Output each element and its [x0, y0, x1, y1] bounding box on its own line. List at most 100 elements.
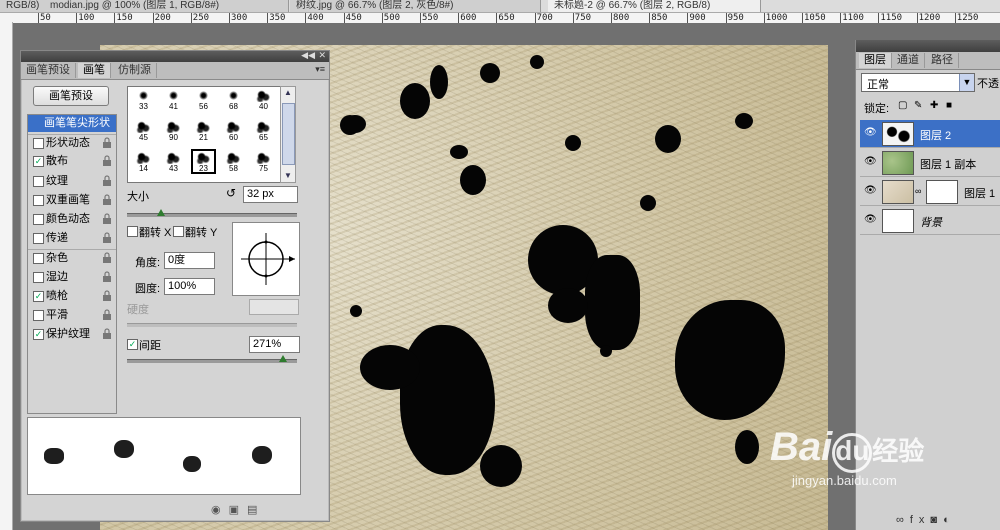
brush-presets-button[interactable]: 画笔预设 — [33, 86, 109, 106]
size-slider-thumb[interactable] — [157, 209, 165, 216]
brush-tip[interactable]: 56 — [192, 88, 215, 111]
brush-option-item[interactable]: 纹理 — [28, 173, 116, 190]
lock-image-icon[interactable]: ✎ — [914, 100, 922, 111]
lock-icon[interactable] — [102, 194, 112, 205]
lock-all-icon[interactable]: ■ — [946, 100, 952, 111]
panel-titlebar[interactable]: ◀◀ ✕ — [21, 50, 329, 62]
brush-option-checkbox[interactable]: ✓ — [33, 329, 44, 341]
brush-tip[interactable]: 60 — [222, 119, 245, 142]
document-tab[interactable]: modian.jpg @ 100% (图层 1, RGB/8#) — [44, 0, 289, 12]
delete-brush-icon[interactable]: ▤ — [247, 504, 265, 516]
chain-icon[interactable]: ∞ — [915, 186, 921, 196]
tab-clone-source[interactable]: 仿制源 — [113, 63, 157, 78]
layer-mask-thumbnail[interactable] — [926, 180, 958, 204]
brush-tip[interactable]: 90 — [162, 119, 185, 142]
mask-icon[interactable]: ◙ — [930, 514, 943, 526]
eye-icon[interactable]: 👁 — [864, 215, 877, 225]
reset-size-icon[interactable]: ↺ — [226, 186, 236, 200]
scroll-down-icon[interactable]: ▼ — [282, 171, 294, 181]
brush-option-checkbox[interactable] — [33, 271, 44, 283]
brush-option-checkbox[interactable]: ✓ — [33, 156, 44, 168]
brush-option-item[interactable]: ✓ 保护纹理 — [28, 326, 116, 343]
brush-option-item[interactable]: 传递 — [28, 230, 116, 247]
lock-position-icon[interactable]: ✚ — [930, 100, 938, 111]
roundness-input[interactable]: 100% — [164, 278, 215, 295]
tab-channels[interactable]: 通道 — [892, 53, 925, 68]
brush-option-checkbox[interactable] — [33, 233, 44, 245]
brush-option-item[interactable]: 湿边 — [28, 269, 116, 286]
spacing-input[interactable]: 271% — [249, 336, 300, 353]
blend-mode-select[interactable]: 正常 ▼ — [861, 73, 975, 92]
eye-icon[interactable]: 👁 — [864, 157, 877, 167]
lock-icon[interactable] — [102, 137, 112, 149]
brush-tip[interactable]: 65 — [252, 119, 275, 142]
brush-tip[interactable]: 23 — [191, 149, 216, 174]
tab-layers[interactable]: 图层 — [859, 53, 892, 68]
brush-tip[interactable]: 14 — [132, 150, 155, 173]
layers-titlebar[interactable] — [856, 40, 1000, 52]
lock-icon[interactable] — [102, 155, 112, 167]
brush-option-item[interactable]: ✓ 喷枪 — [28, 288, 116, 305]
angle-input[interactable]: 0度 — [164, 252, 215, 269]
brush-tip[interactable]: 58 — [222, 150, 245, 173]
lock-icon[interactable] — [102, 328, 112, 340]
brush-option-checkbox[interactable] — [33, 253, 44, 265]
brush-option-item[interactable]: 颜色动态 — [28, 211, 116, 228]
lock-icon[interactable] — [102, 175, 112, 186]
brush-option-checkbox[interactable] — [33, 138, 44, 150]
lock-icon[interactable] — [102, 252, 112, 264]
toggle-preview-icon[interactable]: ◉ — [211, 504, 229, 516]
eye-icon[interactable]: 👁 — [864, 128, 877, 138]
link-icon[interactable]: ∞ — [896, 514, 910, 526]
brush-option-item[interactable]: 双重画笔 — [28, 192, 116, 209]
lock-icon[interactable] — [102, 309, 112, 320]
brush-tip[interactable]: 33 — [132, 88, 155, 111]
brush-option-item[interactable]: 平滑 — [28, 307, 116, 324]
spacing-slider[interactable] — [127, 359, 297, 363]
angle-roundness-preview[interactable] — [232, 222, 300, 296]
tab-brush-presets[interactable]: 画笔预设 — [21, 63, 76, 78]
close-icon[interactable]: ✕ — [318, 50, 326, 61]
brush-grid-scrollbar[interactable]: ▲ ▼ — [280, 86, 296, 183]
document-tab[interactable]: 树纹.jpg @ 66.7% (图层 2, 灰色/8#) — [290, 0, 541, 12]
brush-option-checkbox[interactable] — [33, 194, 44, 206]
layer-row[interactable]: 👁 图层 1 副本 — [860, 149, 1000, 177]
tab-brush[interactable]: 画笔 — [78, 63, 111, 78]
lock-icon[interactable] — [102, 271, 112, 282]
spacing-checkbox[interactable]: ✓ — [127, 339, 138, 350]
lock-transparent-icon[interactable]: ▢ — [898, 100, 907, 111]
flip-y-checkbox[interactable] — [173, 226, 184, 237]
brush-option-item[interactable]: 形状动态 — [28, 134, 116, 152]
layer-row[interactable]: 👁 图层 2 — [860, 120, 1000, 148]
lock-icon[interactable] — [102, 232, 112, 244]
brush-tip[interactable]: 40 — [252, 88, 275, 111]
brush-tip[interactable]: 75 — [252, 150, 275, 173]
brush-tip[interactable]: 68 — [222, 88, 245, 111]
eye-icon[interactable]: 👁 — [864, 186, 877, 196]
brush-tip[interactable]: 45 — [132, 119, 155, 142]
brush-option-checkbox[interactable] — [33, 214, 44, 225]
chevron-down-icon[interactable]: ▼ — [959, 74, 974, 91]
lock-icon[interactable] — [102, 213, 112, 224]
adjustment-icon[interactable]: ◐ — [943, 514, 956, 526]
brush-option-item[interactable]: 画笔笔尖形状 — [28, 115, 116, 132]
flip-x-checkbox[interactable] — [127, 226, 138, 237]
brush-tip[interactable]: 21 — [192, 119, 215, 142]
document-tab-active[interactable]: 未标题-2 @ 66.7% (图层 2, RGB/8) — [548, 0, 761, 12]
layer-row[interactable]: 👁 背景 — [860, 207, 1000, 235]
panel-menu-icon[interactable]: ▾≡ — [315, 64, 325, 75]
brush-option-item[interactable]: ✓ 散布 — [28, 153, 116, 170]
scroll-thumb[interactable] — [282, 103, 295, 165]
size-slider[interactable] — [127, 213, 297, 217]
tab-paths[interactable]: 路径 — [926, 53, 959, 68]
brush-option-checkbox[interactable]: ✓ — [33, 290, 44, 302]
brush-option-checkbox[interactable] — [33, 175, 44, 187]
layer-row[interactable]: 👁 ∞ 图层 1 — [860, 178, 1000, 206]
scroll-up-icon[interactable]: ▲ — [282, 88, 294, 98]
collapse-icon[interactable]: ◀◀ — [301, 50, 315, 61]
lock-icon[interactable] — [102, 290, 112, 301]
brush-tip[interactable]: 41 — [162, 88, 185, 111]
brush-tip-grid[interactable]: 33 41 56 68 40 45 90 21 60 65 14 43 23 58 75 — [127, 86, 281, 183]
brush-tip[interactable]: 43 — [162, 150, 185, 173]
brush-option-checkbox[interactable] — [33, 310, 44, 321]
